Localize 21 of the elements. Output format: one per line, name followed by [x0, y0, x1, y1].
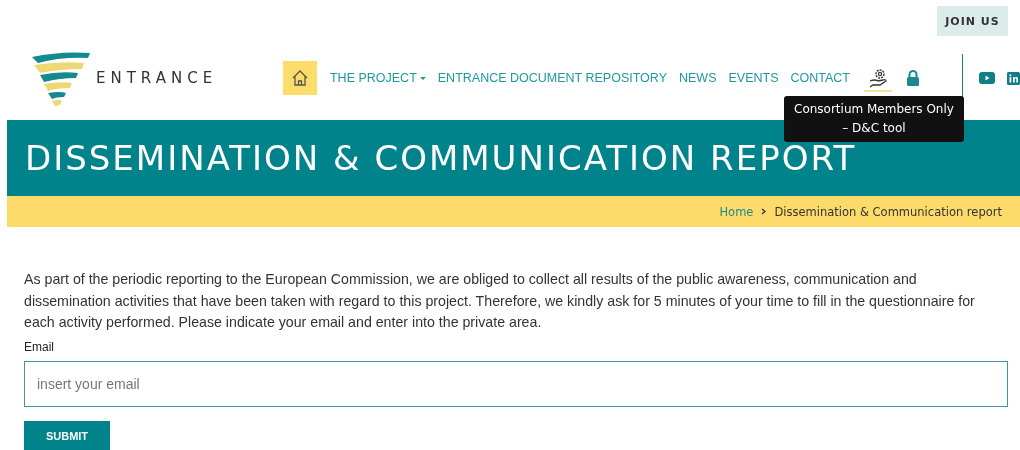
join-us-button[interactable]: JOIN US [937, 6, 1008, 36]
nav-link[interactable]: CONTACT [790, 71, 850, 85]
youtube-icon[interactable] [979, 72, 995, 84]
breadcrumb-link[interactable]: Home [719, 204, 754, 219]
gear-hand-icon [867, 66, 889, 88]
linkedin-icon[interactable] [1007, 71, 1020, 85]
home-button[interactable] [282, 61, 317, 95]
chevron-icon [761, 208, 767, 215]
email-field[interactable]: insert your email [24, 360, 1008, 407]
logo-text[interactable]: ENTRANCE [96, 69, 218, 87]
intro-paragraph: As part of the periodic reporting to the European Commission, we are obliged to collect all results of the public awareness, communication and dissemination activities that have been taken with regard to this project. Therefore, we kindly ask for 5 minutes of your time to fill in the questionnaire for each activity performed. Please indicate your email and enter into the private area. [24, 270, 976, 332]
nav-link[interactable]: THE PROJECT [329, 71, 426, 85]
nav-link[interactable]: EVENTS [728, 71, 779, 85]
nav-link[interactable]: NEWS [679, 71, 717, 85]
breadcrumb-current: Dissemination & Communication report [774, 204, 1002, 219]
home-icon [290, 69, 309, 87]
nav-link[interactable]: ENTRANCE DOCUMENT REPOSITORY [437, 71, 667, 85]
email-label: Email [24, 339, 54, 354]
lock-icon[interactable] [906, 70, 920, 86]
tooltip: Consortium Members Only – D&C tool [784, 96, 964, 142]
submit-button[interactable]: SUBMIT [24, 420, 110, 450]
